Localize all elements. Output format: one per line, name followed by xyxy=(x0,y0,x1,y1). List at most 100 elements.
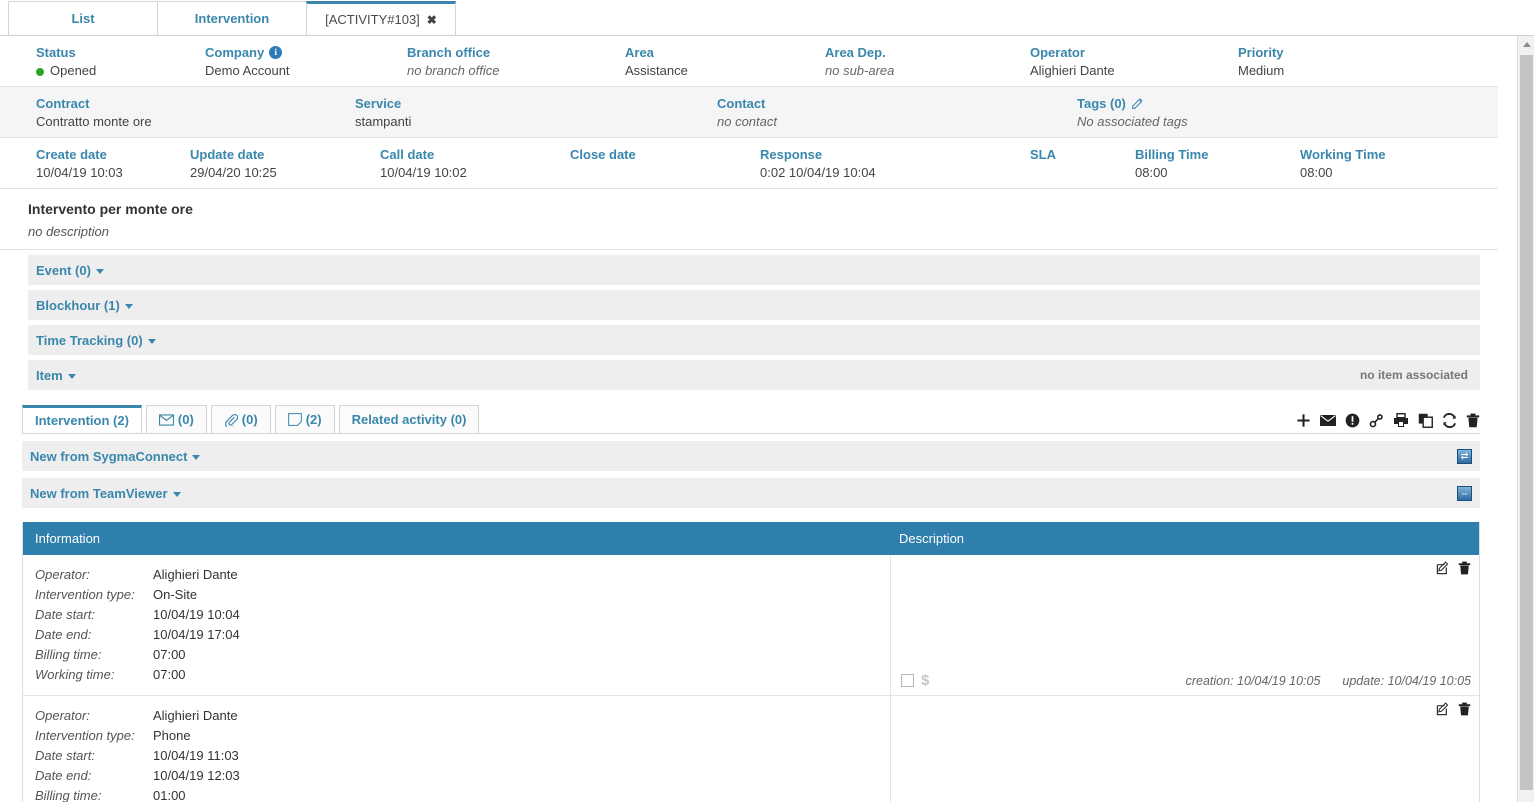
field-value: No associated tags xyxy=(1077,114,1188,129)
edit-icon[interactable] xyxy=(1436,561,1450,575)
field-label: Operator: xyxy=(35,706,153,726)
field-label: Area Dep. xyxy=(825,45,1030,60)
activity-title-block: Intervento per monte ore no description xyxy=(0,189,1498,250)
section-note: no item associated xyxy=(1360,368,1468,382)
header-band-dates: Create date 10/04/19 10:03 Update date 2… xyxy=(0,138,1498,189)
note-icon xyxy=(288,413,302,426)
field-label: Response xyxy=(760,147,1030,162)
field-label: Update date xyxy=(190,147,380,162)
header-band-primary: Status Opened Companyi Demo Account Bran… xyxy=(0,36,1498,87)
window-tab-activity-103[interactable]: [ACTIVITY#103] ✖ xyxy=(306,1,456,35)
window-tab-label: Intervention xyxy=(195,11,269,26)
vertical-scrollbar[interactable] xyxy=(1517,36,1534,802)
field-label: Intervention type: xyxy=(35,726,153,746)
envelope-icon[interactable] xyxy=(1320,414,1336,427)
window-tab-strip: List Intervention [ACTIVITY#103] ✖ xyxy=(0,0,1534,36)
section-header: Blockhour (1) xyxy=(36,298,133,313)
field-create-date: Create date 10/04/19 10:03 xyxy=(0,147,190,180)
field-date-end: Date end:10/04/19 12:03 xyxy=(35,766,890,786)
activity-detail-page: List Intervention [ACTIVITY#103] ✖ Statu… xyxy=(0,0,1534,802)
copy-icon[interactable] xyxy=(1418,413,1433,428)
tab-attachments[interactable]: (0) xyxy=(211,405,271,433)
field-service: Service stampanti xyxy=(355,96,717,129)
window-tab-intervention[interactable]: Intervention xyxy=(157,1,307,35)
info-icon[interactable]: i xyxy=(269,46,282,59)
field-label: SLA xyxy=(1030,147,1135,162)
new-from-label: New from SygmaConnect xyxy=(30,449,187,464)
section-event[interactable]: Event (0) xyxy=(28,255,1480,285)
section-label: Blockhour (1) xyxy=(36,298,120,313)
section-blockhour[interactable]: Blockhour (1) xyxy=(28,290,1480,320)
field-value: 08:00 xyxy=(1135,165,1300,180)
chevron-down-icon xyxy=(192,455,200,460)
sygmaconnect-launch-icon[interactable]: ⇄ xyxy=(1457,449,1472,464)
new-from-sygmaconnect-row[interactable]: New from SygmaConnect ⇄ xyxy=(22,441,1480,471)
chevron-down-icon xyxy=(96,269,104,274)
field-call-date: Call date 10/04/19 10:02 xyxy=(380,147,570,180)
table-row: Operator:Alighieri Dante Intervention ty… xyxy=(23,696,1479,802)
envelope-icon xyxy=(159,414,174,426)
info-icon[interactable] xyxy=(1345,413,1360,428)
field-value: no sub-area xyxy=(825,63,1030,78)
section-header: Time Tracking (0) xyxy=(36,333,156,348)
section-item[interactable]: Item no item associated xyxy=(28,360,1480,390)
chevron-down-icon xyxy=(68,374,76,379)
scrollbar-thumb[interactable] xyxy=(1520,55,1533,790)
row-information-cell: Operator:Alighieri Dante Intervention ty… xyxy=(23,555,891,695)
field-operator: Operator:Alighieri Dante xyxy=(35,565,890,585)
trash-icon[interactable] xyxy=(1458,702,1471,716)
trash-icon[interactable] xyxy=(1458,561,1471,575)
row-actions xyxy=(1436,561,1471,575)
activity-description: no description xyxy=(28,224,1498,239)
field-label: Working Time xyxy=(1300,147,1385,162)
billable-checkbox[interactable] xyxy=(901,674,914,687)
tab-notes[interactable]: (2) xyxy=(275,405,335,433)
edit-icon[interactable] xyxy=(1436,702,1450,716)
row-billable-group: $ xyxy=(901,672,929,689)
tab-label: Intervention (2) xyxy=(35,413,129,428)
field-label: Contact xyxy=(717,96,1077,111)
field-date-start: Date start:10/04/19 10:04 xyxy=(35,605,890,625)
field-label: Date end: xyxy=(35,766,153,786)
window-tab-list[interactable]: List xyxy=(8,1,158,35)
field-label: Operator: xyxy=(35,565,153,585)
creation-timestamp: creation: 10/04/19 10:05 xyxy=(1186,674,1321,688)
print-icon[interactable] xyxy=(1393,413,1409,428)
plus-icon[interactable] xyxy=(1296,413,1311,428)
field-value: Assistance xyxy=(625,63,825,78)
tab-related-activity[interactable]: Related activity (0) xyxy=(339,405,480,433)
field-date-start: Date start:10/04/19 11:03 xyxy=(35,746,890,766)
column-header-information: Information xyxy=(23,531,891,546)
field-billing-time: Billing Time 08:00 xyxy=(1135,147,1300,180)
row-information-cell: Operator:Alighieri Dante Intervention ty… xyxy=(23,696,891,802)
field-intervention-type: Intervention type:Phone xyxy=(35,726,890,746)
scroll-up-button[interactable] xyxy=(1518,36,1534,53)
refresh-icon[interactable] xyxy=(1442,413,1457,428)
row-actions xyxy=(1436,702,1471,716)
status-dot-icon xyxy=(36,68,44,76)
close-icon[interactable]: ✖ xyxy=(427,13,437,27)
field-value: 10/04/19 11:03 xyxy=(153,746,239,766)
field-label: Operator xyxy=(1030,45,1238,60)
new-from-header: New from SygmaConnect xyxy=(30,449,200,464)
tab-intervention[interactable]: Intervention (2) xyxy=(22,405,142,433)
tab-label: (0) xyxy=(178,412,194,427)
field-label: Status xyxy=(36,45,205,60)
teamviewer-launch-icon[interactable]: ⇔ xyxy=(1457,486,1472,501)
field-label: Area xyxy=(625,45,825,60)
update-timestamp: update: 10/04/19 10:05 xyxy=(1342,674,1471,688)
field-billing-time: Billing time:07:00 xyxy=(35,645,890,665)
new-from-header: New from TeamViewer xyxy=(30,486,181,501)
row-description-cell: $ creation: 10/04/19 10:05 update: 10/04… xyxy=(891,555,1479,695)
section-label: Time Tracking (0) xyxy=(36,333,143,348)
field-label: Working time: xyxy=(35,665,153,685)
trash-icon[interactable] xyxy=(1466,413,1480,428)
section-time-tracking[interactable]: Time Tracking (0) xyxy=(28,325,1480,355)
field-value: Demo Account xyxy=(205,63,407,78)
edit-icon[interactable] xyxy=(1131,97,1145,111)
field-value: 08:00 xyxy=(1300,165,1385,180)
tab-emails[interactable]: (0) xyxy=(146,405,207,433)
link-icon[interactable] xyxy=(1369,413,1384,428)
new-from-teamviewer-row[interactable]: New from TeamViewer ⇔ xyxy=(22,478,1480,508)
chevron-down-icon xyxy=(173,492,181,497)
